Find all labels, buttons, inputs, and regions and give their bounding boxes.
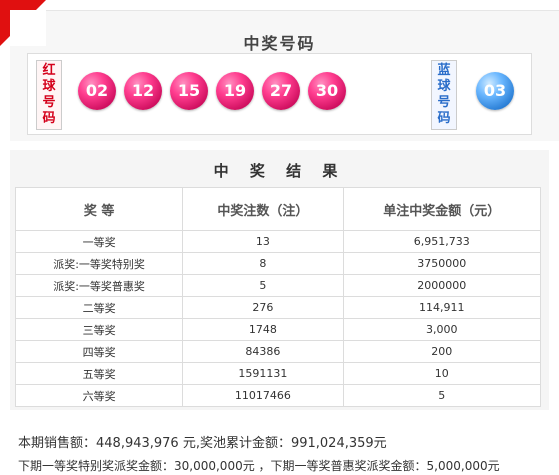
blue-ball: 03 (476, 72, 514, 110)
red-ball: 02 (78, 72, 116, 110)
table-row: 派奖:一等奖普惠奖 5 2000000 (14, 274, 542, 297)
ball-panel: 红 球 号 码 02 12 15 19 27 30 蓝 球 号 码 03 (27, 53, 532, 135)
table-row: 二等奖 276 114,911 (14, 296, 542, 319)
red-ball: 12 (124, 72, 162, 110)
winning-numbers-title: 中奖号码 (243, 34, 316, 53)
table-row: 六等奖 11017466 5 (14, 384, 542, 407)
winner-count: 1748 (182, 318, 344, 341)
winner-count: 5 (182, 274, 344, 297)
prize-level: 六等奖 (14, 384, 184, 407)
table-row: 五等奖 1591131 10 (14, 362, 542, 385)
prize-amount: 114,911 (342, 296, 542, 319)
table-row: 派奖:一等奖特别奖 8 3750000 (14, 252, 542, 275)
prize-level: 四等奖 (14, 340, 184, 363)
prize-amount: 200 (342, 340, 542, 363)
table-row: 一等奖 13 6,951,733 (14, 230, 542, 253)
column-header-amount: 单注中奖金额（元） (342, 187, 542, 231)
prize-level: 三等奖 (14, 318, 184, 341)
blue-tag-char: 码 (437, 111, 451, 126)
prize-level: 一等奖 (14, 230, 184, 253)
table-row: 四等奖 84386 200 (14, 340, 542, 363)
prize-level: 派奖:一等奖特别奖 (14, 252, 184, 275)
table-row: 三等奖 1748 3,000 (14, 318, 542, 341)
red-ball-tag: 红 球 号 码 (36, 60, 62, 130)
blue-tag-char: 号 (437, 95, 451, 110)
prize-level: 五等奖 (14, 362, 184, 385)
next-draw-bonus-summary: 下期一等奖特别奖派奖金额：30,000,000元 ，下期一等奖普惠奖派奖金额：5… (18, 459, 500, 473)
blue-tag-char: 蓝 (437, 63, 451, 78)
winner-count: 84386 (182, 340, 344, 363)
winner-count: 276 (182, 296, 344, 319)
prize-amount: 5 (342, 384, 542, 407)
winner-count: 13 (182, 230, 344, 253)
red-tag-char: 红 (42, 63, 56, 78)
prize-amount: 3750000 (342, 252, 542, 275)
winner-count: 8 (182, 252, 344, 275)
prize-amount: 2000000 (342, 274, 542, 297)
red-ball: 30 (308, 72, 346, 110)
prize-level: 派奖:一等奖普惠奖 (14, 274, 184, 297)
prize-amount: 3,000 (342, 318, 542, 341)
prize-amount: 10 (342, 362, 542, 385)
sales-summary: 本期销售额：448,943,976 元,奖池累计金额：991,024,359元 (18, 436, 387, 451)
blue-tag-char: 球 (437, 79, 451, 94)
results-title: 中 奖 结 果 (213, 162, 346, 180)
red-ball: 27 (262, 72, 300, 110)
red-tag-char: 球 (42, 79, 56, 94)
prize-level: 二等奖 (14, 296, 184, 319)
red-ball: 15 (170, 72, 208, 110)
prize-table: 奖 等 中奖注数（注） 单注中奖金额（元） 一等奖 13 6,951,733 派… (14, 187, 542, 407)
prize-amount: 6,951,733 (342, 230, 542, 253)
winner-count: 11017466 (182, 384, 344, 407)
column-header-level: 奖 等 (14, 187, 184, 231)
table-header-row: 奖 等 中奖注数（注） 单注中奖金额（元） (14, 187, 542, 231)
column-header-count: 中奖注数（注） (182, 187, 344, 231)
red-tag-char: 号 (42, 95, 56, 110)
red-ball: 19 (216, 72, 254, 110)
red-tag-char: 码 (42, 111, 56, 126)
winner-count: 1591131 (182, 362, 344, 385)
blue-ball-tag: 蓝 球 号 码 (431, 60, 457, 130)
